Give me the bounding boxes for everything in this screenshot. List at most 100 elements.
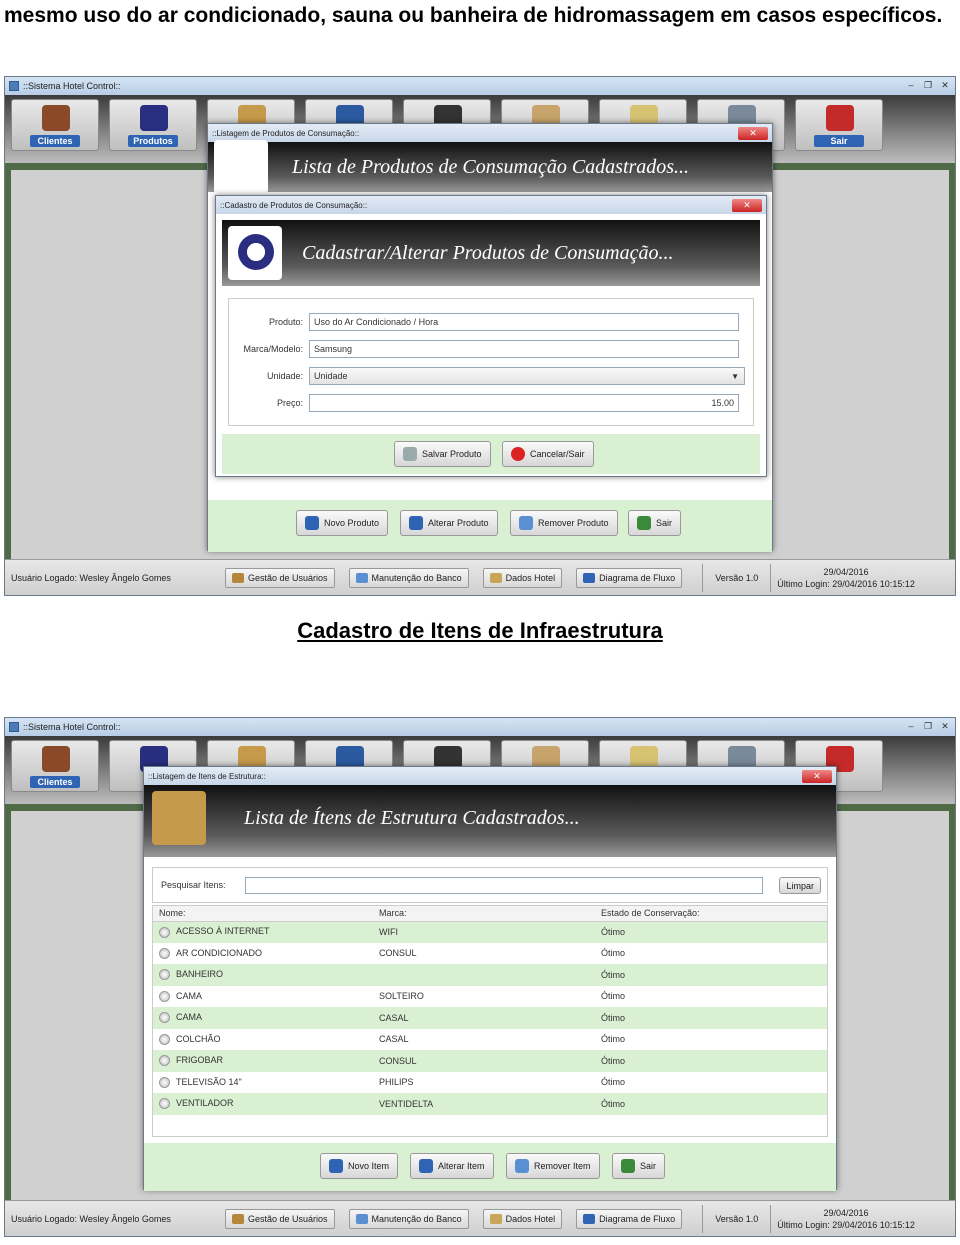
app-icon bbox=[9, 722, 19, 732]
radio-icon[interactable] bbox=[159, 1098, 170, 1110]
user-management-button[interactable]: Gestão de Usuários bbox=[225, 1208, 335, 1229]
table-row[interactable]: TELEVISÃO 14" PHILIPS Ótimo bbox=[153, 1072, 827, 1094]
toolbar-produtos-button[interactable]: Produtos bbox=[109, 99, 197, 151]
cell-condition: Ótimo bbox=[601, 948, 626, 959]
column-header-name[interactable]: Nome: bbox=[153, 906, 373, 922]
remove-item-button[interactable]: Remover Item bbox=[506, 1153, 600, 1179]
hotel-icon bbox=[489, 572, 502, 583]
structure-list-dialog: ::Listagem de Itens de Estrutura:: ✕ List… bbox=[143, 766, 837, 1191]
product-input[interactable]: Uso do Ar Condicionado / Hora bbox=[309, 313, 739, 331]
client-icon bbox=[42, 746, 70, 772]
exit-button[interactable]: Sair bbox=[628, 510, 682, 536]
plate-icon bbox=[214, 140, 268, 194]
save-icon bbox=[409, 516, 423, 530]
brand-input[interactable]: Samsung bbox=[309, 340, 739, 358]
save-product-button[interactable]: Salvar Produto bbox=[394, 441, 491, 467]
exit-door-icon bbox=[637, 516, 651, 530]
cancel-icon bbox=[511, 447, 525, 461]
table-row[interactable]: AR CONDICIONADO CONSUL Ótimo bbox=[153, 943, 827, 965]
structure-table: Nome: Marca: Estado de Conservação: ACES… bbox=[152, 905, 828, 1137]
trash-icon bbox=[515, 1159, 529, 1173]
new-product-button[interactable]: Novo Produto bbox=[296, 510, 389, 536]
table-row[interactable]: BANHEIRO Ótimo bbox=[153, 964, 827, 986]
radio-icon[interactable] bbox=[159, 969, 170, 981]
radio-icon[interactable] bbox=[159, 1012, 170, 1024]
structure-banner: Lista de Ítens de Estrutura Cadastrados.… bbox=[144, 785, 836, 857]
radio-icon[interactable] bbox=[159, 1076, 170, 1088]
remove-product-button[interactable]: Remover Produto bbox=[510, 510, 618, 536]
cell-name: FRIGOBAR bbox=[153, 1050, 373, 1072]
app-titlebar: ::Sistema Hotel Control:: ‒ ❐ ✕ bbox=[5, 718, 955, 736]
add-icon bbox=[305, 516, 319, 530]
dialog-title: ::Listagem de Produtos de Consumação:: bbox=[212, 128, 360, 138]
clear-button[interactable]: Limpar bbox=[779, 877, 821, 894]
login-info: 29/04/2016 Último Login: 29/04/2016 10:15… bbox=[777, 566, 915, 589]
cell-name: ACESSO À INTERNET bbox=[153, 921, 373, 943]
app-icon bbox=[9, 81, 19, 91]
table-row[interactable]: CAMA SOLTEIRO Ótimo bbox=[153, 986, 827, 1008]
dialog-title: ::Cadastro de Produtos de Consumação:: bbox=[220, 200, 368, 210]
radio-icon[interactable] bbox=[159, 947, 170, 959]
column-header-brand[interactable]: Marca: bbox=[373, 906, 595, 922]
exit-button[interactable]: Sair bbox=[612, 1153, 666, 1179]
cell-brand: VENTIDELTA bbox=[373, 1093, 595, 1115]
user-management-button[interactable]: Gestão de Usuários bbox=[225, 567, 335, 588]
close-icon[interactable]: ✕ bbox=[738, 126, 768, 140]
cell-condition: Ótimo bbox=[601, 1077, 626, 1088]
form-banner: Cadastrar/Alterar Produtos de Consumação… bbox=[222, 220, 760, 286]
flow-diagram-button[interactable]: Diagrama de Fluxo bbox=[576, 1208, 683, 1229]
restore-icon[interactable]: ❐ bbox=[921, 80, 935, 92]
table-row[interactable]: COLCHÃO CASAL Ótimo bbox=[153, 1029, 827, 1051]
edit-item-button[interactable]: Alterar Item bbox=[410, 1153, 494, 1179]
restore-icon[interactable]: ❐ bbox=[921, 721, 935, 733]
unit-select[interactable]: Unidade bbox=[309, 367, 746, 385]
cancel-button[interactable]: Cancelar/Sair bbox=[502, 441, 594, 467]
close-icon[interactable]: ✕ bbox=[938, 721, 952, 733]
radio-icon[interactable] bbox=[159, 1055, 170, 1067]
minimize-icon[interactable]: ‒ bbox=[904, 80, 918, 92]
product-row: Produto: Uso do Ar Condicionado / Hora bbox=[239, 313, 739, 331]
cell-name: AR CONDICIONADO bbox=[153, 943, 373, 965]
table-row[interactable]: VENTILADOR VENTIDELTA Ótimo bbox=[153, 1093, 827, 1115]
toolbar-clientes-button[interactable]: Clientes bbox=[11, 99, 99, 151]
minimize-icon[interactable]: ‒ bbox=[904, 721, 918, 733]
search-input[interactable] bbox=[245, 877, 763, 894]
database-icon bbox=[355, 1213, 368, 1224]
user-icon bbox=[232, 572, 244, 583]
cell-brand: CONSUL bbox=[379, 948, 417, 959]
flow-diagram-button[interactable]: Diagrama de Fluxo bbox=[576, 567, 683, 588]
database-maintenance-button[interactable]: Manutenção do Banco bbox=[348, 567, 469, 588]
screenshot-infrastructure: ::Sistema Hotel Control:: ‒ ❐ ✕ Clientes :… bbox=[4, 717, 956, 1237]
close-icon[interactable]: ✕ bbox=[732, 198, 762, 212]
price-input[interactable]: 15.00 bbox=[309, 394, 739, 412]
edit-product-button[interactable]: Alterar Produto bbox=[400, 510, 498, 536]
toolbar-sair-button[interactable]: Sair bbox=[795, 99, 883, 151]
radio-icon[interactable] bbox=[159, 926, 170, 938]
version-label: Versão 1.0 bbox=[715, 1213, 759, 1224]
hotel-data-button[interactable]: Dados Hotel bbox=[482, 1208, 563, 1229]
radio-icon[interactable] bbox=[159, 990, 170, 1002]
cell-brand: SOLTEIRO bbox=[379, 991, 424, 1002]
unit-row: Unidade: Unidade ▼ bbox=[239, 367, 746, 385]
table-row[interactable]: CAMA CASAL Ótimo bbox=[153, 1007, 827, 1029]
new-item-button[interactable]: Novo Item bbox=[320, 1153, 399, 1179]
table-row[interactable]: FRIGOBAR CONSUL Ótimo bbox=[153, 1050, 827, 1072]
diagram-icon bbox=[583, 572, 596, 583]
database-maintenance-button[interactable]: Manutenção do Banco bbox=[348, 1208, 469, 1229]
chevron-down-icon[interactable]: ▼ bbox=[731, 372, 739, 381]
cell-brand bbox=[373, 964, 595, 986]
plate-icon bbox=[140, 105, 168, 131]
app-titlebar: ::Sistema Hotel Control:: ‒ ❐ ✕ bbox=[5, 77, 955, 95]
search-panel: Pesquisar Itens: Limpar bbox=[152, 867, 828, 903]
hotel-data-button[interactable]: Dados Hotel bbox=[482, 567, 563, 588]
cell-condition: Ótimo bbox=[595, 1050, 827, 1072]
column-header-condition[interactable]: Estado de Conservação: bbox=[595, 906, 827, 922]
cell-name: BANHEIRO bbox=[153, 964, 373, 986]
cell-condition: Ótimo bbox=[595, 1007, 827, 1029]
cell-brand: PHILIPS bbox=[379, 1077, 414, 1088]
close-icon[interactable]: ✕ bbox=[938, 80, 952, 92]
toolbar-clientes-button[interactable]: Clientes bbox=[11, 740, 99, 792]
close-icon[interactable]: ✕ bbox=[802, 769, 832, 783]
table-row[interactable]: ACESSO À INTERNET WIFI Ótimo bbox=[153, 921, 827, 943]
radio-icon[interactable] bbox=[159, 1033, 170, 1045]
